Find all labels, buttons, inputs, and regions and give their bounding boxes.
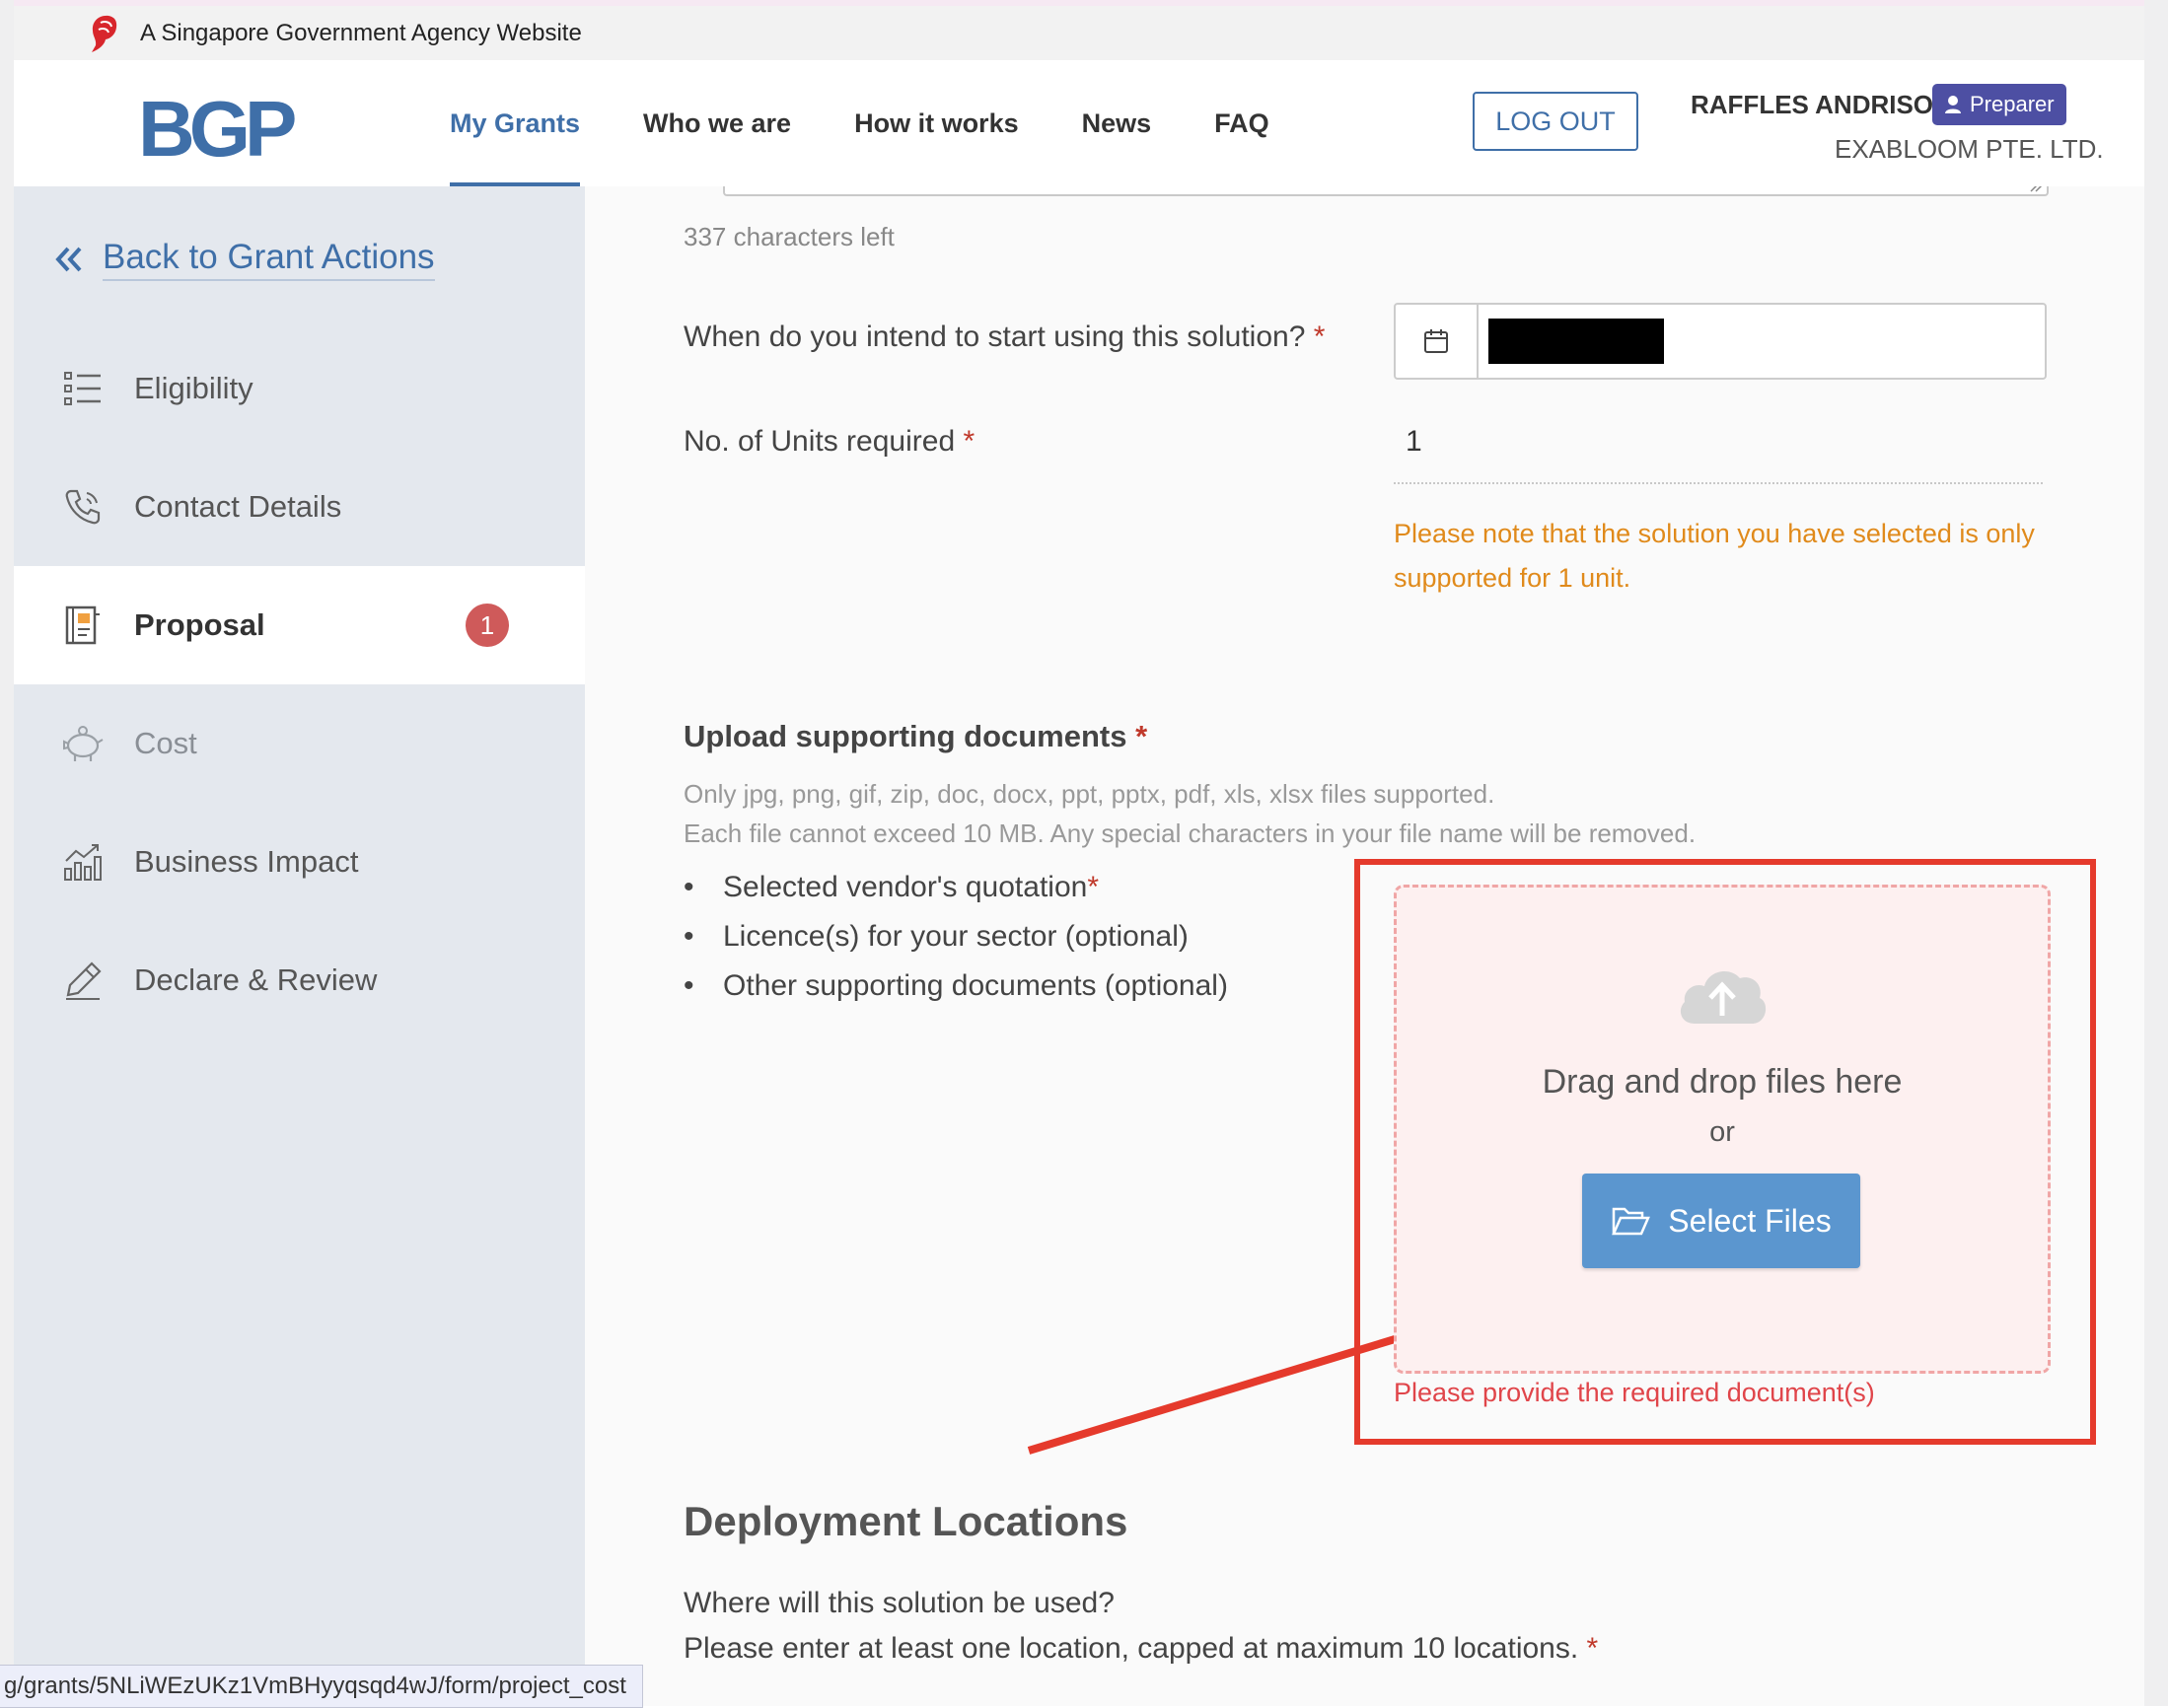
piggy-bank-icon [61, 722, 105, 765]
masthead-text: A Singapore Government Agency Website [140, 19, 582, 46]
description-textarea[interactable] [723, 186, 2049, 196]
upload-error-message: Please provide the required document(s) [1394, 1378, 1875, 1407]
sidebar-item-proposal[interactable]: Proposal 1 [14, 566, 585, 684]
site-header: BGP My Grants Who we are How it works Ne… [14, 60, 2144, 187]
sidebar-item-label: Contact Details [134, 489, 342, 524]
upload-help-text: Only jpg, png, gif, zip, doc, docx, ppt,… [684, 774, 1696, 853]
deployment-instruction: Please enter at least one location, capp… [684, 1632, 1599, 1665]
resize-grip-icon[interactable] [2029, 186, 2043, 192]
deployment-locations-title: Deployment Locations [684, 1498, 1128, 1544]
role-badge: Preparer [1932, 84, 2066, 125]
nav-faq[interactable]: FAQ [1214, 60, 1269, 186]
lion-head-icon [92, 15, 117, 52]
user-icon [1945, 96, 1961, 113]
nav-who-we-are[interactable]: Who we are [643, 60, 791, 186]
upload-file-types: Only jpg, png, gif, zip, doc, docx, ppt,… [684, 779, 1495, 809]
upload-section-title: Upload supporting documents * [684, 719, 1148, 753]
sidebar-item-contact-details[interactable]: Contact Details [14, 448, 585, 566]
bgp-logo[interactable]: BGP [138, 90, 297, 169]
window-left-border [0, 0, 14, 1706]
sidebar-item-label: Declare & Review [134, 962, 378, 997]
gov-masthead: A Singapore Government Agency Website [14, 6, 2144, 60]
deployment-question: Where will this solution be used? [684, 1587, 1115, 1619]
characters-left: 337 characters left [684, 222, 895, 251]
upload-size-limit: Each file cannot exceed 10 MB. Any speci… [684, 818, 1697, 848]
cloud-upload-icon [1680, 971, 1767, 1024]
sidebar-item-label: Proposal [134, 607, 265, 642]
folder-open-icon [1612, 1207, 1651, 1236]
company-name: EXABLOOM PTE. LTD. [1835, 134, 2104, 164]
sidebar-item-label: Business Impact [134, 844, 359, 879]
sidebar-item-eligibility[interactable]: Eligibility [14, 329, 585, 448]
list-item: Other supporting documents (optional) [684, 961, 1228, 1011]
start-date-field[interactable] [1394, 303, 2047, 380]
sidebar-item-declare-review[interactable]: Declare & Review [14, 921, 585, 1039]
redacted-date-value [1488, 319, 1664, 364]
phone-icon [61, 485, 105, 529]
nav-how-it-works[interactable]: How it works [854, 60, 1019, 186]
double-chevron-left-icon [55, 247, 82, 272]
sidebar-item-label: Eligibility [134, 371, 253, 405]
sidebar-item-business-impact[interactable]: Business Impact [14, 803, 585, 921]
file-dropzone[interactable]: Drag and drop files here or Select Files [1394, 885, 2051, 1374]
select-files-label: Select Files [1668, 1202, 1832, 1239]
main-content: 337 characters left When do you intend t… [585, 186, 2144, 1706]
error-count-badge: 1 [466, 604, 509, 647]
role-label: Preparer [1970, 92, 2055, 116]
chart-icon [61, 840, 105, 884]
dropzone-or-text: or [1709, 1116, 1735, 1148]
sidebar: Back to Grant Actions Eligibility Contac… [14, 186, 585, 1706]
units-input-underline [1394, 482, 2043, 484]
window-right-scroll-area [2144, 0, 2168, 1706]
list-icon [61, 367, 105, 410]
select-files-button[interactable]: Select Files [1582, 1174, 1860, 1268]
calendar-icon[interactable] [1396, 305, 1479, 378]
list-item: Licence(s) for your sector (optional) [684, 912, 1228, 961]
user-name: RAFFLES ANDRISON [1691, 90, 1952, 119]
list-item: Selected vendor's quotation* [684, 863, 1228, 912]
sidebar-item-label: Cost [134, 726, 197, 760]
nav-my-grants[interactable]: My Grants [450, 60, 581, 186]
back-to-grant-actions-link[interactable]: Back to Grant Actions [53, 238, 435, 281]
browser-status-url: g/grants/5NLiWEzUKz1VmBHyyqsqd4wJ/form/p… [0, 1665, 643, 1708]
notebook-icon [61, 604, 105, 647]
units-label: No. of Units required * [684, 425, 976, 458]
start-date-label: When do you intend to start using this s… [684, 320, 1326, 353]
sidebar-item-cost[interactable]: Cost [14, 684, 585, 803]
units-input[interactable]: 1 [1406, 425, 1422, 459]
pen-icon [61, 959, 105, 1002]
logout-button[interactable]: LOG OUT [1473, 92, 1638, 151]
required-docs-list: Selected vendor's quotation* Licence(s) … [684, 863, 1228, 1011]
back-link-label: Back to Grant Actions [103, 238, 435, 281]
units-warning-note: Please note that the solution you have s… [1394, 519, 2035, 593]
dropzone-text: Drag and drop files here [1542, 1063, 1903, 1101]
main-nav: My Grants Who we are How it works News F… [450, 60, 1333, 186]
nav-news[interactable]: News [1082, 60, 1152, 186]
